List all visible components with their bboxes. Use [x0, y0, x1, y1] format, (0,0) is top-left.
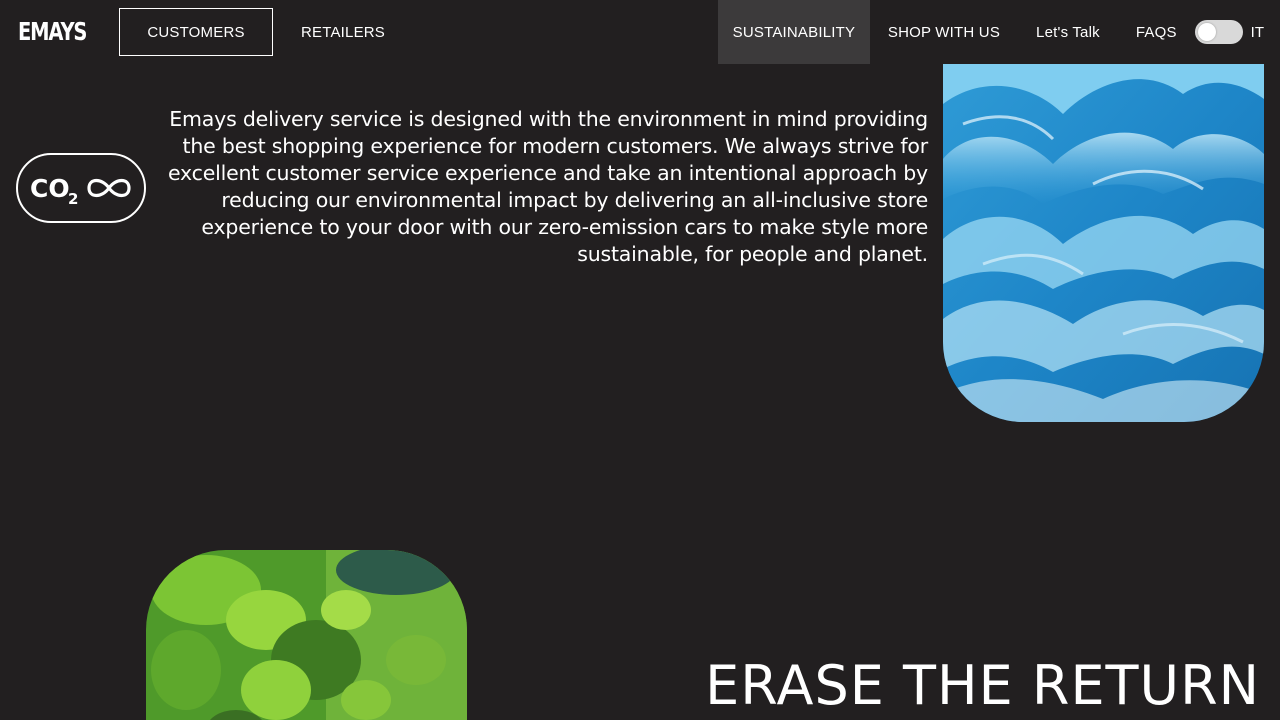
site-header: EMAYS CUSTOMERS RETAILERS SUSTAINABILITY…	[0, 0, 1280, 64]
logo[interactable]: EMAYS	[18, 12, 87, 52]
erase-the-return-heading: ERASE THE RETURN	[705, 654, 1260, 717]
nav-sustainability[interactable]: SUSTAINABILITY	[717, 0, 870, 64]
glacier-ice-image	[943, 64, 1264, 422]
language-toggle[interactable]	[1194, 20, 1243, 44]
retailers-button[interactable]: RETAILERS	[273, 8, 413, 56]
main-nav: SUSTAINABILITY SHOP WITH US Let's Talk F…	[717, 0, 1280, 64]
intro-paragraph: Emays delivery service is designed with …	[168, 107, 928, 266]
language-label: IT	[1250, 23, 1264, 41]
audience-nav: CUSTOMERS RETAILERS	[119, 8, 413, 56]
nav-faqs[interactable]: FAQS	[1118, 0, 1195, 64]
co2-subscript: 2	[68, 190, 78, 208]
co2-infinity-icon: CO 2	[30, 174, 131, 208]
co2-label: CO	[30, 174, 70, 203]
page: EMAYS CUSTOMERS RETAILERS SUSTAINABILITY…	[0, 0, 1280, 720]
forest-aerial-image	[146, 550, 467, 720]
co2-infinity-badge: CO 2	[16, 153, 146, 223]
nav-lets-talk[interactable]: Let's Talk	[1018, 0, 1118, 64]
nav-shop-with-us[interactable]: SHOP WITH US	[870, 0, 1018, 64]
customers-button[interactable]: CUSTOMERS	[119, 8, 273, 56]
toggle-knob	[1197, 23, 1216, 41]
